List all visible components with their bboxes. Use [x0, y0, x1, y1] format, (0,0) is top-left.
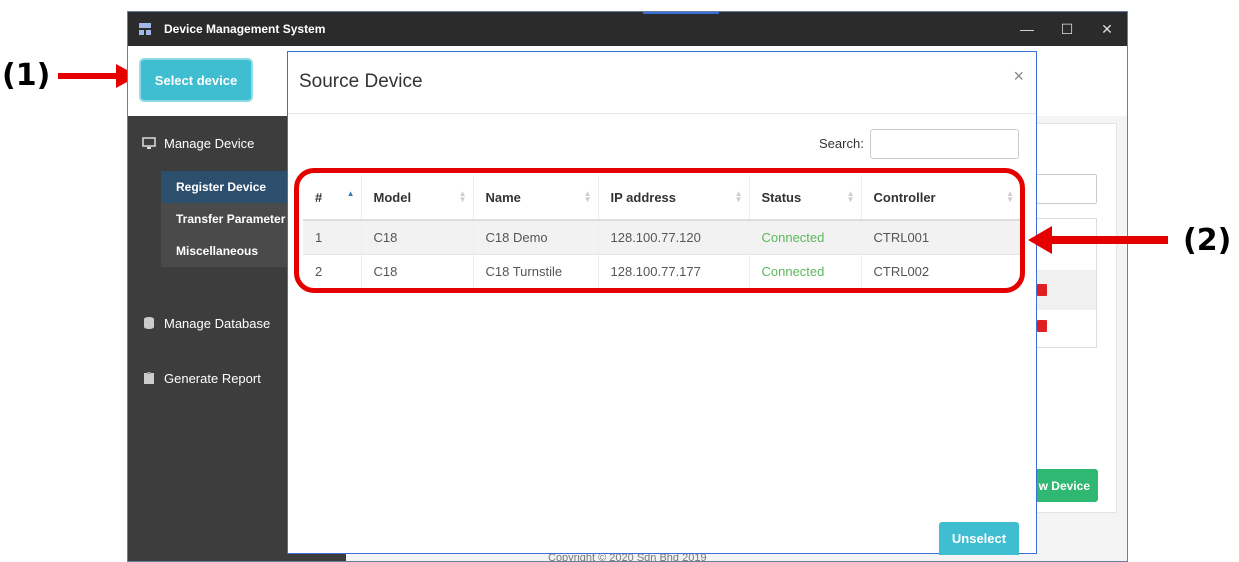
trash-icon[interactable]: [1037, 284, 1047, 296]
minimize-button[interactable]: —: [1007, 12, 1047, 46]
unselect-button[interactable]: Unselect: [939, 522, 1019, 555]
database-icon: [144, 317, 154, 329]
nav-label: Manage Device: [164, 135, 255, 151]
search-label: Search:: [819, 136, 864, 151]
panel-input[interactable]: [1035, 174, 1097, 204]
new-device-button[interactable]: w Device: [1028, 469, 1098, 502]
title-accent-line: [643, 12, 719, 14]
monitor-icon: [142, 137, 156, 149]
source-device-dialog: Source Device × Search: # ▲ Model ▲ ▼ Nam…: [287, 51, 1037, 555]
network-icon: [139, 23, 151, 35]
search-input[interactable]: [870, 129, 1019, 159]
arrow-right-icon: [58, 64, 138, 88]
nav-label: Generate Report: [164, 370, 261, 386]
select-device-button[interactable]: Select device: [141, 60, 251, 100]
divider: [288, 113, 1036, 114]
callout-2: (2): [1183, 223, 1232, 258]
annotation-highlight: [294, 168, 1025, 293]
callout-1: (1): [2, 58, 51, 93]
window-title: Device Management System: [164, 22, 326, 36]
clipboard-icon: [144, 372, 154, 384]
nav-label: Manage Database: [164, 315, 271, 331]
arrow-left-icon: [1028, 226, 1168, 254]
close-window-button[interactable]: ✕: [1087, 12, 1127, 46]
title-bar: Device Management System — ☐ ✕: [128, 12, 1127, 46]
dialog-title: Source Device: [299, 71, 423, 92]
close-icon[interactable]: ×: [1013, 66, 1024, 87]
trash-icon[interactable]: [1037, 320, 1047, 332]
maximize-button[interactable]: ☐: [1047, 12, 1087, 46]
